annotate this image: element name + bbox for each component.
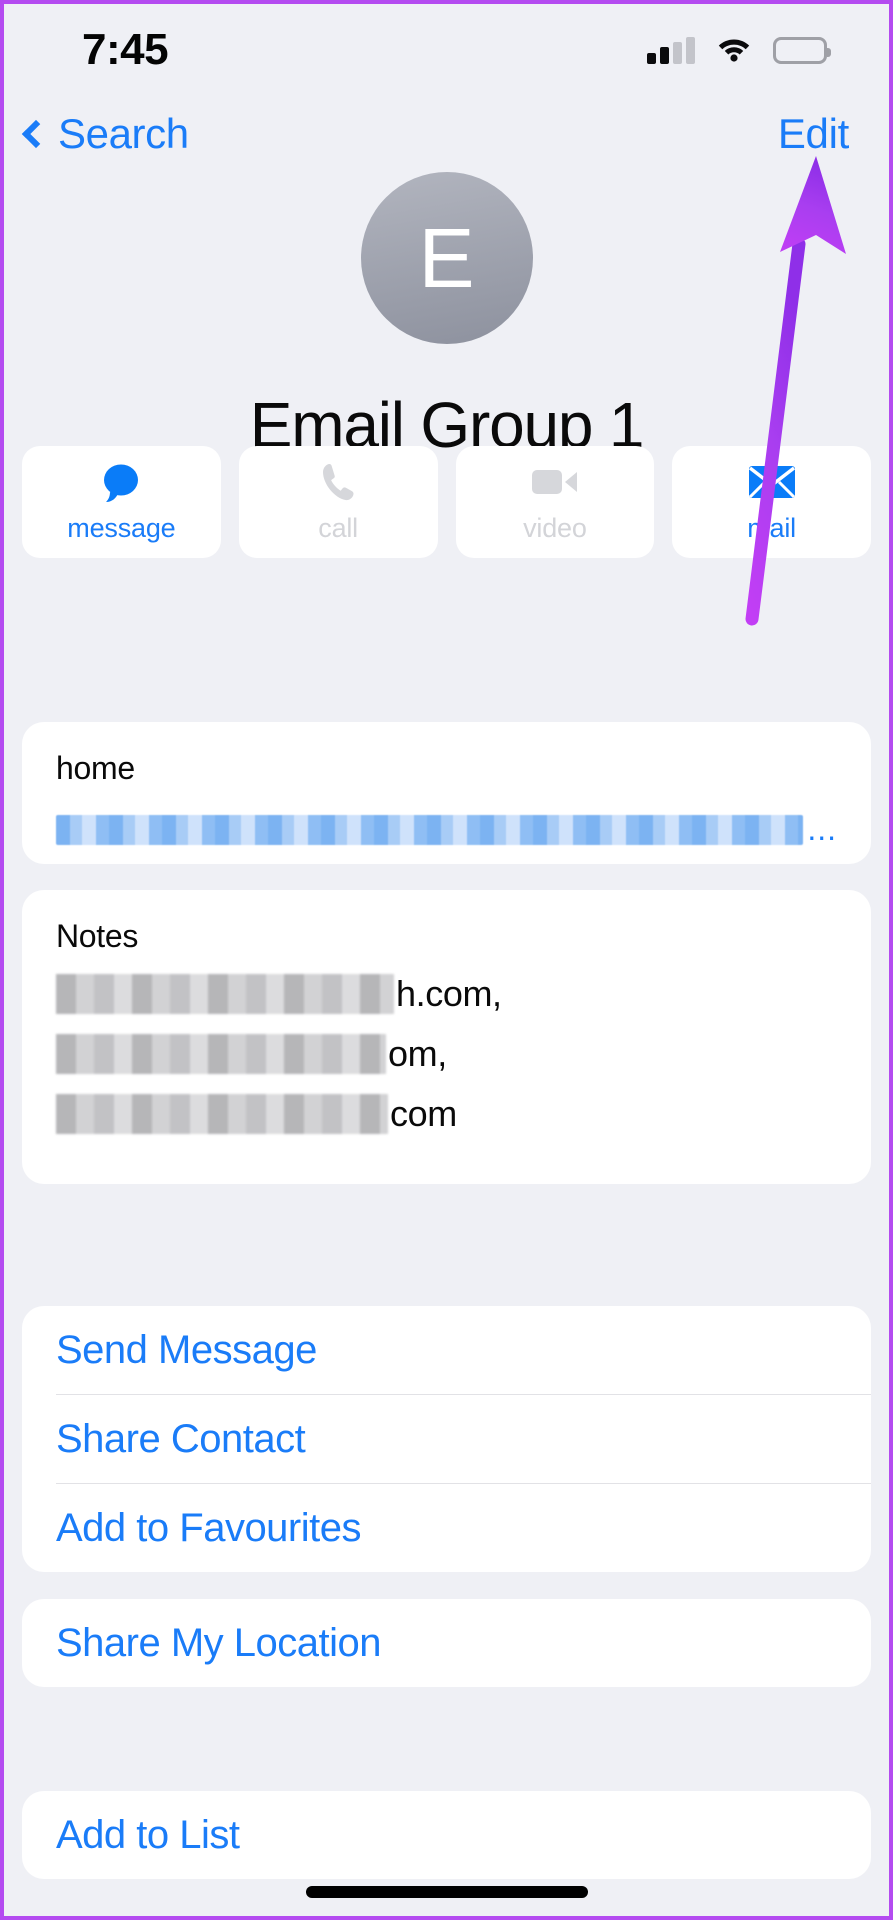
quick-action-bar: message call video mail [22, 446, 871, 558]
back-button-label: Search [58, 110, 189, 157]
email-value-redacted [56, 814, 804, 845]
chevron-left-icon [21, 119, 51, 149]
email-value-row[interactable]: ... [56, 811, 837, 848]
back-button[interactable]: Search [21, 110, 189, 158]
notes-card[interactable]: Notes h.com, om, com [22, 890, 871, 1184]
notes-label: Notes [56, 918, 139, 954]
email-field-card[interactable]: home ... [22, 722, 871, 864]
status-icons [647, 34, 831, 67]
message-action-button[interactable]: message [22, 446, 221, 558]
action-link-group-primary: Send Message Share Contact Add to Favour… [22, 1306, 871, 1572]
message-action-label: message [67, 512, 176, 543]
envelope-icon [748, 461, 796, 503]
avatar-initial: E [418, 210, 475, 305]
add-to-favourites-button[interactable]: Add to Favourites [22, 1484, 871, 1572]
email-field-label: home [56, 750, 135, 786]
send-message-button[interactable]: Send Message [22, 1306, 871, 1394]
notes-line: com [56, 1093, 837, 1135]
action-link-group-list: Add to List [22, 1791, 871, 1879]
mail-action-label: mail [747, 512, 796, 543]
call-action-label: call [318, 512, 358, 543]
email-ellipsis: ... [807, 811, 837, 847]
cellular-signal-icon [647, 36, 695, 64]
status-bar: 7:45 [4, 4, 889, 96]
edit-button[interactable]: Edit [778, 110, 849, 158]
status-time: 7:45 [82, 25, 169, 74]
iphone-contact-screen: 7:45 Search Edit E Email Group 1 message… [0, 0, 893, 1920]
video-action-button[interactable]: video [455, 446, 655, 558]
add-to-list-button[interactable]: Add to List [22, 1791, 871, 1879]
notes-line-tail: com [390, 1093, 457, 1134]
contact-header: E Email Group 1 [4, 172, 889, 462]
battery-icon [773, 36, 831, 64]
notes-line: h.com, [56, 973, 837, 1015]
wifi-icon [715, 34, 753, 67]
video-camera-icon [531, 461, 579, 503]
notes-line-redacted [56, 974, 394, 1014]
action-link-group-location: Share My Location [22, 1599, 871, 1687]
call-action-button[interactable]: call [238, 446, 438, 558]
avatar[interactable]: E [360, 172, 533, 344]
video-action-label: video [523, 512, 587, 543]
home-indicator [305, 1886, 588, 1898]
notes-line-redacted [56, 1094, 388, 1134]
share-contact-button[interactable]: Share Contact [22, 1395, 871, 1483]
notes-line-tail: om, [388, 1033, 447, 1074]
share-my-location-button[interactable]: Share My Location [22, 1599, 871, 1687]
notes-line: om, [56, 1033, 837, 1075]
mail-action-button[interactable]: mail [672, 446, 871, 558]
notes-line-redacted [56, 1034, 386, 1074]
message-bubble-icon [98, 461, 144, 503]
phone-icon [318, 461, 358, 503]
notes-line-tail: h.com, [396, 973, 502, 1014]
navigation-bar: Search Edit [4, 96, 889, 172]
